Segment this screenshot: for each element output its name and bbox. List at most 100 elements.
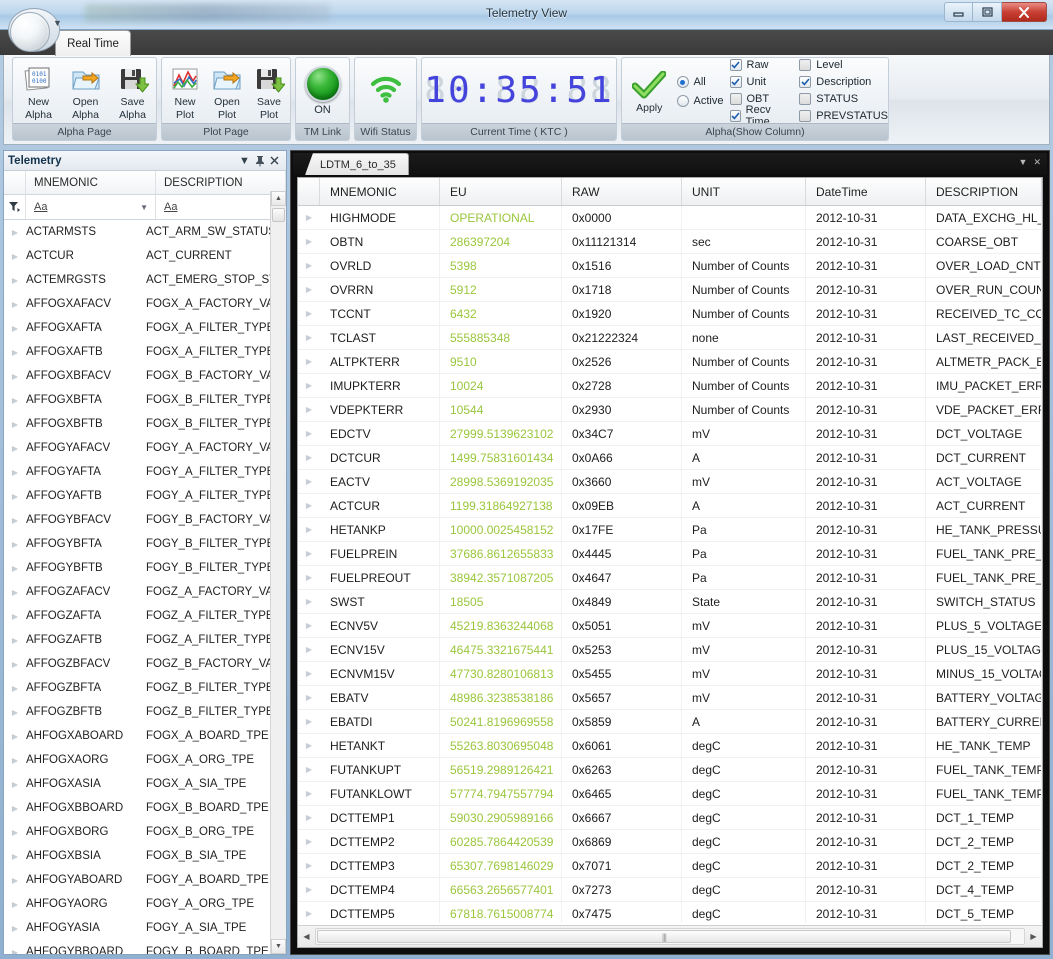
expand-arrow-icon[interactable]: ▶ xyxy=(4,660,26,669)
save-plot-button[interactable]: Save Plot xyxy=(248,60,290,121)
expand-arrow-icon[interactable]: ▶ xyxy=(298,453,320,462)
table-row[interactable]: ▶ OBTN 286397204 0x11121314 sec 2012-10-31 COA… xyxy=(298,229,1042,254)
expand-arrow-icon[interactable]: ▶ xyxy=(4,684,26,693)
expand-arrow-icon[interactable]: ▶ xyxy=(4,348,26,357)
expand-arrow-icon[interactable]: ▶ xyxy=(4,276,26,285)
telemetry-list-item[interactable]: ▶ AHFOGXAORG FOGX_A_ORG_TPE xyxy=(4,748,270,772)
expand-arrow-icon[interactable]: ▶ xyxy=(298,813,320,822)
telemetry-list-item[interactable]: ▶ AFFOGXAFACV FOGX_A_FACTORY_VAL xyxy=(4,292,270,316)
telemetry-list-item[interactable]: ▶AFFOGYAFTA FOGY_A_FILTER_TYPE_A xyxy=(4,460,270,484)
telemetry-list-item[interactable]: ▶ AHFOGYBBOARD FOGY_B_BOARD_TPE xyxy=(4,940,270,954)
expand-arrow-icon[interactable]: ▶ xyxy=(298,237,320,246)
document-tab-ldtm[interactable]: LDTM_6_to_35 xyxy=(305,153,409,175)
minimize-button[interactable] xyxy=(944,2,973,22)
checkbox-status[interactable]: STATUS xyxy=(799,92,888,107)
table-row[interactable]: ▶ EACTV 28998.5369192035 0x3660 mV 2012-10-31… xyxy=(298,469,1042,494)
telemetry-list-item[interactable]: ▶ AHFOGXBORG FOGX_B_ORG_TPE xyxy=(4,820,270,844)
scroll-left-icon[interactable]: ◀ xyxy=(298,927,315,947)
table-row[interactable]: ▶ ECNV5V 45219.8363244068 0x5051 mV 2012-10-3… xyxy=(298,613,1042,638)
table-row[interactable]: ▶ ACTCUR 1199.31864927138 0x09EB A 2012-10-31… xyxy=(298,493,1042,518)
telemetry-list-item[interactable]: ▶ AFFOGXBFACV FOGX_B_FACTORY_VAL xyxy=(4,364,270,388)
telemetry-list-item[interactable]: ▶ ACTARMSTS ACT_ARM_SW_STATUS xyxy=(4,220,270,244)
application-menu-orb[interactable]: ▼ xyxy=(8,8,62,54)
expand-arrow-icon[interactable]: ▶ xyxy=(4,228,26,237)
expand-arrow-icon[interactable]: ▶ xyxy=(298,597,320,606)
radio-all[interactable]: All xyxy=(676,74,724,91)
tab-close-icon[interactable]: ✕ xyxy=(1033,157,1041,168)
expand-arrow-icon[interactable]: ▶ xyxy=(4,636,26,645)
checkbox-unit[interactable]: Unit xyxy=(729,75,794,90)
telemetry-list-item[interactable]: ▶ AHFOGXBBOARD FOGX_B_BOARD_TPE xyxy=(4,796,270,820)
telemetry-list-item[interactable]: ▶ACTEMRGSTS ACT_EMERG_STOP_STS xyxy=(4,268,270,292)
expand-arrow-icon[interactable]: ▶ xyxy=(298,333,320,342)
table-row[interactable]: ▶ EDCTV 27999.5139623102 0x34C7 mV 2012-10-31… xyxy=(298,421,1042,446)
expand-arrow-icon[interactable]: ▶ xyxy=(298,861,320,870)
expand-arrow-icon[interactable]: ▶ xyxy=(4,804,26,813)
maximize-button[interactable] xyxy=(973,2,1002,22)
expand-arrow-icon[interactable]: ▶ xyxy=(298,525,320,534)
telemetry-list-item[interactable]: ▶AFFOGYBFTB FOGY_B_FILTER_TYPE_B xyxy=(4,556,270,580)
alpha-header-datetime[interactable]: DateTime xyxy=(806,178,926,205)
alpha-header-eu[interactable]: EU xyxy=(440,178,562,205)
table-row[interactable]: ▶ SWST 18505 0x4849 State 2012-10-31 SWITCH_ST… xyxy=(298,589,1042,614)
telemetry-scroll-thumb[interactable] xyxy=(272,208,285,222)
expand-arrow-icon[interactable]: ▶ xyxy=(298,789,320,798)
alpha-header-description[interactable]: DESCRIPTION xyxy=(926,178,1042,205)
expand-arrow-icon[interactable]: ▶ xyxy=(298,213,320,222)
expand-arrow-icon[interactable]: ▶ xyxy=(4,396,26,405)
document-tab-overflow[interactable]: ▼ ✕ xyxy=(1019,157,1041,168)
expand-arrow-icon[interactable]: ▶ xyxy=(4,924,26,933)
table-row[interactable]: ▶ DCTTEMP5 67818.7615008774 0x7475 degC 2012-… xyxy=(298,901,1042,923)
checkbox-raw[interactable]: Raw xyxy=(729,58,794,73)
filter-icon[interactable] xyxy=(4,195,26,219)
expand-arrow-icon[interactable]: ▶ xyxy=(4,900,26,909)
table-row[interactable]: ▶ HIGHMODE OPERATIONAL 0x0000 2012-10-31 DATA… xyxy=(298,206,1042,230)
apply-button[interactable]: Apply xyxy=(628,66,671,115)
expand-arrow-icon[interactable]: ▶ xyxy=(298,261,320,270)
tab-menu-chevron-down-icon[interactable]: ▼ xyxy=(1019,157,1028,168)
telemetry-list-item[interactable]: ▶ AHFOGXBSIA FOGX_B_SIA_TPE xyxy=(4,844,270,868)
expand-arrow-icon[interactable]: ▶ xyxy=(4,828,26,837)
checkbox-recv-time[interactable]: Recv Time xyxy=(729,104,794,128)
telemetry-list-item[interactable]: ▶AFFOGXBFTA FOGX_B_FILTER_TYPE_A xyxy=(4,388,270,412)
telemetry-header-mnemonic[interactable]: MNEMONIC xyxy=(26,171,156,194)
expand-arrow-icon[interactable]: ▶ xyxy=(298,837,320,846)
telemetry-list-item[interactable]: ▶ AFFOGZAFACV FOGZ_A_FACTORY_VAL xyxy=(4,580,270,604)
expand-arrow-icon[interactable]: ▶ xyxy=(298,429,320,438)
expand-arrow-icon[interactable]: ▶ xyxy=(298,549,320,558)
alpha-horizontal-scrollbar[interactable]: ◀ ||| ▶ xyxy=(298,925,1042,947)
expand-arrow-icon[interactable]: ▶ xyxy=(4,468,26,477)
pin-icon[interactable] xyxy=(252,153,267,168)
alpha-scroll-track[interactable]: ||| xyxy=(315,928,1025,945)
alpha-header-mnemonic[interactable]: MNEMONIC xyxy=(320,178,440,205)
filter-input-mnemonic[interactable]: Aa ▼ xyxy=(26,195,156,219)
expand-arrow-icon[interactable]: ▶ xyxy=(298,501,320,510)
checkbox-description[interactable]: Description xyxy=(799,75,888,90)
table-row[interactable]: ▶ DCTTEMP2 60285.7864420539 0x6869 degC 2012-… xyxy=(298,829,1042,854)
table-row[interactable]: ▶ VDEPKTERR 10544 0x2930 Number of Counts 201… xyxy=(298,397,1042,422)
new-plot-button[interactable]: New Plot xyxy=(164,60,206,121)
checkbox-prevstatus[interactable]: PREVSTATUS xyxy=(799,109,888,124)
table-row[interactable]: ▶ DCTTEMP3 65307.7698146029 0x7071 degC 2012-… xyxy=(298,853,1042,878)
telemetry-vertical-scrollbar[interactable]: ▲ ▼ xyxy=(270,191,286,954)
table-row[interactable]: ▶ ALTPKTERR 9510 0x2526 Number of Counts 2012… xyxy=(298,349,1042,374)
expand-arrow-icon[interactable]: ▶ xyxy=(4,756,26,765)
table-row[interactable]: ▶ DCTCUR 1499.75831601434 0x0A66 A 2012-10-31… xyxy=(298,445,1042,470)
expand-arrow-icon[interactable]: ▶ xyxy=(4,324,26,333)
telemetry-list-item[interactable]: ▶AFFOGXBFTB FOGX_B_FILTER_TYPE_B xyxy=(4,412,270,436)
checkbox-level[interactable]: Level xyxy=(799,58,888,73)
close-button[interactable] xyxy=(1002,2,1047,22)
scroll-up-icon[interactable]: ▲ xyxy=(271,191,286,206)
expand-arrow-icon[interactable]: ▶ xyxy=(4,252,26,261)
alpha-header-unit[interactable]: UNIT xyxy=(682,178,806,205)
green-led-icon[interactable] xyxy=(304,65,341,102)
expand-arrow-icon[interactable]: ▶ xyxy=(4,540,26,549)
alpha-scroll-thumb[interactable]: ||| xyxy=(317,930,1011,943)
table-row[interactable]: ▶ HETANKT 55263.8030695048 0x6061 degC 2012-1… xyxy=(298,733,1042,758)
expand-arrow-icon[interactable]: ▶ xyxy=(298,669,320,678)
telemetry-list-item[interactable]: ▶ AHFOGYAORG FOGY_A_ORG_TPE xyxy=(4,892,270,916)
expand-arrow-icon[interactable]: ▶ xyxy=(298,693,320,702)
scroll-right-icon[interactable]: ▶ xyxy=(1025,927,1042,947)
telemetry-list-item[interactable]: ▶AFFOGZBFTA FOGZ_B_FILTER_TYPE_A xyxy=(4,676,270,700)
alpha-header-raw[interactable]: RAW xyxy=(562,178,682,205)
